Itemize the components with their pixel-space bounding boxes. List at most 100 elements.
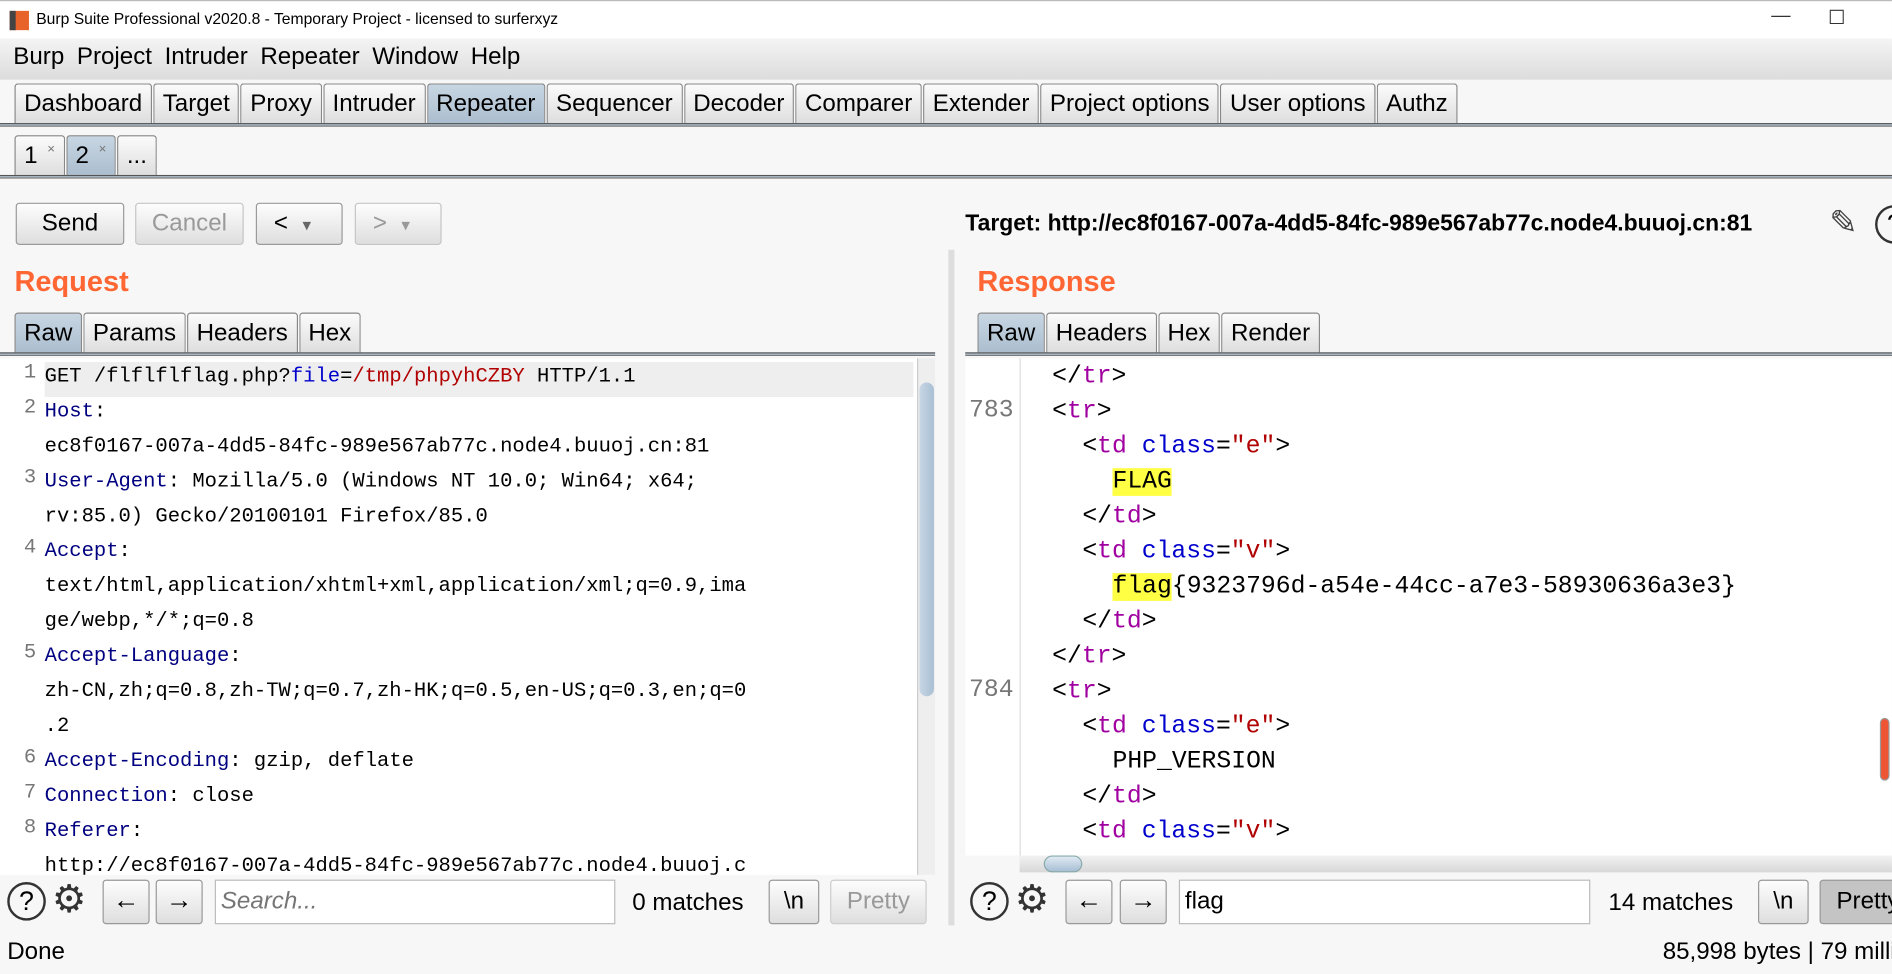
settings-gear-icon[interactable]: ⚙ bbox=[1015, 876, 1050, 922]
tab-sequencer[interactable]: Sequencer bbox=[546, 83, 683, 126]
request-tab-headers[interactable]: Headers bbox=[186, 312, 298, 355]
code-token: > bbox=[1275, 538, 1291, 566]
tab-label: 2 bbox=[75, 142, 89, 169]
tab-authz[interactable]: Authz bbox=[1376, 83, 1458, 126]
request-tab-hex[interactable]: Hex bbox=[298, 312, 361, 355]
code-token: tr bbox=[1067, 398, 1097, 426]
code-token: td bbox=[1112, 783, 1142, 811]
request-newline-toggle[interactable]: \n bbox=[768, 879, 820, 925]
search-next-button[interactable]: → bbox=[155, 879, 203, 925]
response-pretty-button[interactable]: Pretty bbox=[1819, 879, 1892, 925]
code-line: </td> bbox=[1082, 782, 1156, 817]
search-previous-button[interactable]: ← bbox=[102, 879, 150, 925]
request-editor[interactable]: 1 GET /flflflflag.php?file=/tmp/phpyhCZBY… bbox=[0, 358, 918, 875]
code-token: "e" bbox=[1230, 433, 1276, 461]
dropdown-icon[interactable]: ▾ bbox=[401, 215, 409, 234]
code-token: Accept-Encoding bbox=[44, 750, 230, 774]
code-token: class bbox=[1141, 433, 1216, 461]
tab-user-options[interactable]: User options bbox=[1220, 83, 1376, 126]
main-tabs: Dashboard Target Proxy Intruder Repeater Sequ… bbox=[14, 83, 1458, 126]
maximize-button[interactable]: ☐ bbox=[1828, 6, 1845, 30]
scrollbar-thumb[interactable] bbox=[1043, 855, 1083, 873]
code-line: <td class="v"> bbox=[1082, 537, 1290, 572]
tab-extender[interactable]: Extender bbox=[923, 83, 1040, 126]
response-vertical-scroll-thumb[interactable] bbox=[1879, 717, 1890, 781]
tab-label: User options bbox=[1230, 90, 1366, 118]
tab-label: ... bbox=[126, 142, 147, 169]
response-newline-toggle[interactable]: \n bbox=[1758, 879, 1809, 925]
close-tab-icon[interactable]: × bbox=[47, 142, 55, 156]
code-token: > bbox=[1111, 643, 1127, 671]
code-token: tr bbox=[1067, 678, 1097, 706]
tab-comparer[interactable]: Comparer bbox=[795, 83, 922, 126]
menu-help[interactable]: Help bbox=[471, 39, 521, 72]
help-icon[interactable]: ? bbox=[970, 882, 1009, 921]
menu-window[interactable]: Window bbox=[372, 39, 458, 72]
scrollbar-thumb[interactable] bbox=[919, 382, 934, 697]
tab-proxy[interactable]: Proxy bbox=[240, 83, 322, 126]
menu-project[interactable]: Project bbox=[77, 39, 152, 72]
forward-button[interactable]: > ▾ bbox=[354, 202, 442, 245]
back-button[interactable]: < ▾ bbox=[255, 202, 343, 245]
help-icon[interactable]: ? bbox=[7, 882, 46, 921]
code-token: http://ec8f0167-007a-4dd5-84fc-989e567ab… bbox=[44, 855, 747, 875]
menu-bar: Burp Project Intruder Repeater Window He… bbox=[0, 38, 1892, 80]
response-tab-hex[interactable]: Hex bbox=[1157, 312, 1221, 355]
tab-target[interactable]: Target bbox=[153, 83, 240, 126]
divider bbox=[0, 352, 936, 356]
code-token: </ bbox=[1082, 783, 1113, 811]
code-token: = bbox=[1215, 538, 1231, 566]
line-number: 7 bbox=[23, 781, 37, 805]
repeater-tab-[interactable]: ... bbox=[117, 135, 157, 178]
repeater-tab-2[interactable]: 2 × bbox=[65, 135, 116, 178]
code-token: : close bbox=[167, 785, 254, 809]
split-pane-divider[interactable] bbox=[948, 249, 955, 926]
code-line: </td> bbox=[1082, 607, 1156, 642]
tab-intruder[interactable]: Intruder bbox=[322, 83, 426, 126]
cancel-button[interactable]: Cancel bbox=[135, 202, 244, 245]
menu-intruder[interactable]: Intruder bbox=[165, 39, 248, 72]
request-scrollbar[interactable] bbox=[917, 358, 936, 875]
search-previous-button[interactable]: ← bbox=[1065, 879, 1113, 925]
response-tab-raw[interactable]: Raw bbox=[977, 312, 1045, 355]
menu-repeater[interactable]: Repeater bbox=[260, 39, 359, 72]
response-horizontal-scrollbar[interactable] bbox=[1019, 855, 1892, 873]
code-token: rv:85.0) Gecko/20100101 Firefox/85.0 bbox=[44, 505, 488, 529]
code-line: zh-CN,zh;q=0.8,zh-TW;q=0.7,zh-HK;q=0.5,e… bbox=[45, 677, 747, 712]
code-token: td bbox=[1112, 608, 1142, 636]
search-next-button[interactable]: → bbox=[1119, 879, 1167, 925]
response-search-input[interactable] bbox=[1178, 879, 1591, 925]
code-line: .2 bbox=[45, 712, 70, 747]
tab-dashboard[interactable]: Dashboard bbox=[14, 83, 152, 126]
send-button[interactable]: Send bbox=[15, 202, 125, 245]
menu-burp[interactable]: Burp bbox=[13, 39, 64, 72]
code-token: Accept-Language bbox=[44, 645, 230, 669]
code-token: td bbox=[1097, 433, 1127, 461]
request-pretty-button[interactable]: Pretty bbox=[830, 879, 927, 925]
tab-label: Target bbox=[162, 90, 230, 118]
request-tab-params[interactable]: Params bbox=[83, 312, 186, 355]
tab-project-options[interactable]: Project options bbox=[1040, 83, 1220, 126]
tab-decoder[interactable]: Decoder bbox=[683, 83, 795, 126]
help-icon[interactable]: ? bbox=[1875, 205, 1892, 244]
response-tab-render[interactable]: Render bbox=[1221, 312, 1320, 355]
dropdown-icon[interactable]: ▾ bbox=[302, 215, 310, 234]
edit-target-icon[interactable]: ✎ bbox=[1829, 203, 1857, 243]
request-tab-raw[interactable]: Raw bbox=[14, 312, 83, 355]
close-tab-icon[interactable]: × bbox=[99, 142, 107, 156]
code-token: User-Agent bbox=[44, 470, 168, 494]
request-search-input[interactable] bbox=[214, 879, 616, 925]
code-line: <tr> bbox=[1052, 397, 1111, 432]
settings-gear-icon[interactable]: ⚙ bbox=[52, 876, 87, 922]
code-token: Connection bbox=[44, 785, 168, 809]
code-token: < bbox=[1082, 433, 1098, 461]
response-editor[interactable]: </tr> 783 <tr> <td class="e"> FLAG </td> <td c… bbox=[965, 358, 1892, 856]
code-token: Accept bbox=[44, 540, 119, 564]
repeater-tab-1[interactable]: 1 × bbox=[14, 135, 65, 178]
code-token: class bbox=[1141, 713, 1216, 741]
response-tab-headers[interactable]: Headers bbox=[1046, 312, 1157, 355]
tab-repeater[interactable]: Repeater bbox=[426, 83, 546, 126]
gutter-divider bbox=[1019, 358, 1021, 856]
search-highlight: FLAG bbox=[1112, 468, 1172, 496]
minimize-button[interactable]: — bbox=[1771, 6, 1790, 28]
